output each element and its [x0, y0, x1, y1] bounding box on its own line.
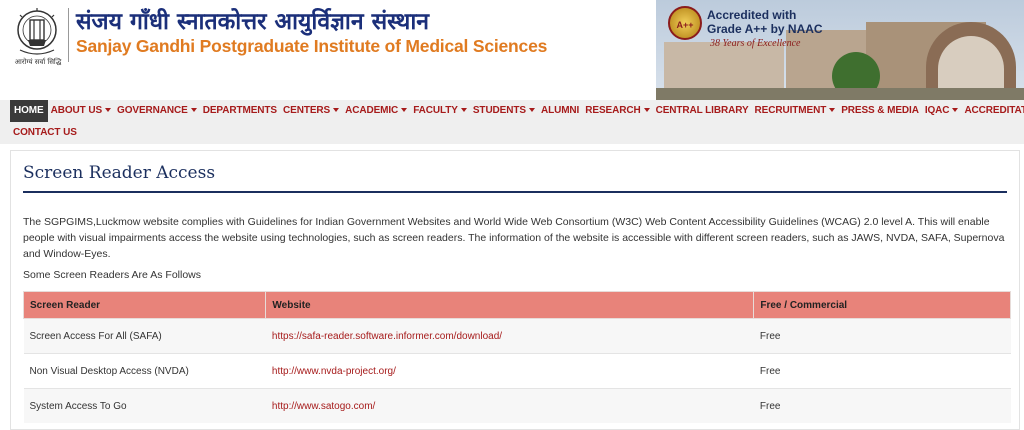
caret-down-icon — [105, 108, 112, 113]
nav-item-label: CENTERS — [283, 105, 331, 116]
screen-reader-name: Screen Access For All (SAFA) — [23, 318, 266, 354]
license-type: Free — [753, 318, 1011, 354]
nav-item-about-us[interactable]: ABOUT US — [48, 100, 114, 122]
nav-item-label: CENTRAL LIBRARY — [655, 105, 749, 116]
header-divider — [68, 8, 69, 62]
nav-item-label: RESEARCH — [585, 105, 641, 116]
nav-item-home[interactable]: HOME — [10, 100, 48, 122]
screen-reader-table: Screen Reader Website Free / Commercial … — [22, 291, 1011, 423]
website-link[interactable]: http://www.satogo.com/ — [265, 388, 754, 423]
intro-paragraph: The SGPGIMS,Luckmow website complies wit… — [23, 216, 1005, 260]
accreditation-banner: A++ Accredited with Grade A++ by NAAC 38… — [656, 0, 1024, 100]
nav-item-label: ACADEMIC — [345, 105, 399, 116]
column-header: Screen Reader — [22, 291, 267, 319]
caret-down-icon — [460, 108, 467, 113]
content-panel: Screen Reader Access The SGPGIMS,Luckmow… — [10, 150, 1020, 430]
naac-badge-icon: A++ — [668, 6, 702, 40]
nav-item-label: PRESS & MEDIA — [841, 105, 919, 116]
institute-emblem-icon[interactable] — [14, 6, 60, 64]
institute-name-english[interactable]: Sanjay Gandhi Postgraduate Institute of … — [76, 36, 547, 57]
caret-down-icon — [190, 108, 197, 113]
nav-item-label: HOME — [14, 105, 44, 116]
main-navigation: HOME ABOUT US GOVERNANCE DEPARTMENTS CENTERS… — [0, 100, 1024, 144]
screen-reader-name: Non Visual Desktop Access (NVDA) — [23, 353, 266, 389]
column-header: Free / Commercial — [753, 291, 1011, 319]
table-row: System Access To Go http://www.satogo.co… — [23, 388, 1011, 423]
nav-item-label: IQAC — [924, 105, 950, 116]
caret-down-icon — [401, 108, 408, 113]
nav-item-iqac[interactable]: IQAC — [922, 100, 962, 122]
nav-item-academic[interactable]: ACADEMIC — [342, 100, 410, 122]
nav-item-accreditation[interactable]: ACCREDITATION — [961, 100, 1024, 122]
nav-item-faculty[interactable]: FACULTY — [410, 100, 470, 122]
nav-item-centers[interactable]: CENTERS — [280, 100, 342, 122]
nav-row-1: HOME ABOUT US GOVERNANCE DEPARTMENTS CENTERS… — [10, 100, 1024, 122]
accreditation-text: Accredited with Grade A++ by NAAC — [707, 8, 823, 36]
logo-motto: आरोग्यं सर्वा सिद्धि — [14, 58, 62, 66]
license-type: Free — [753, 388, 1011, 423]
nav-item-recruitment[interactable]: RECRUITMENT — [752, 100, 839, 122]
caret-down-icon — [643, 108, 650, 113]
table-row: Screen Access For All (SAFA) https://saf… — [23, 318, 1011, 354]
nav-item-label: ACCREDITATION — [964, 105, 1024, 116]
nav-item-departments[interactable]: DEPARTMENTS — [200, 100, 280, 122]
nav-item-press-media[interactable]: PRESS & MEDIA — [838, 100, 922, 122]
nav-row-2: CONTACT US — [10, 122, 80, 144]
nav-item-label: ALUMNI — [540, 105, 580, 116]
caret-down-icon — [829, 108, 836, 113]
table-header-row: Screen Reader Website Free / Commercial — [22, 291, 1011, 319]
years-of-excellence: 38 Years of Excellence — [710, 38, 801, 49]
institute-name-hindi[interactable]: संजय गाँधी स्नातकोत्तर आयुर्विज्ञान संस्… — [76, 4, 429, 36]
nav-item-contact-us[interactable]: CONTACT US — [10, 122, 80, 144]
nav-item-central-library[interactable]: CENTRAL LIBRARY — [653, 100, 752, 122]
nav-item-label: FACULTY — [413, 105, 458, 116]
caret-down-icon — [528, 108, 535, 113]
page-title: Screen Reader Access — [23, 163, 216, 183]
nav-item-research[interactable]: RESEARCH — [582, 100, 652, 122]
nav-item-label: STUDENTS — [472, 105, 526, 116]
screen-reader-name: System Access To Go — [23, 388, 266, 423]
nav-item-label: GOVERNANCE — [117, 105, 188, 116]
caret-down-icon — [333, 108, 340, 113]
section-subheading: Some Screen Readers Are As Follows — [23, 269, 201, 281]
nav-item-label: DEPARTMENTS — [202, 105, 277, 116]
column-header: Website — [265, 291, 755, 319]
website-link[interactable]: https://safa-reader.software.informer.co… — [265, 318, 754, 354]
nav-item-label: CONTACT US — [13, 127, 77, 138]
website-link[interactable]: http://www.nvda-project.org/ — [265, 353, 754, 389]
license-type: Free — [753, 353, 1011, 389]
caret-down-icon — [952, 108, 959, 113]
site-header: आरोग्यं सर्वा सिद्धि संजय गाँधी स्नातकोत… — [0, 0, 1024, 100]
nav-item-governance[interactable]: GOVERNANCE — [114, 100, 200, 122]
nav-item-label: RECRUITMENT — [754, 105, 827, 116]
nav-item-students[interactable]: STUDENTS — [470, 100, 538, 122]
nav-item-label: ABOUT US — [50, 105, 103, 116]
title-divider — [23, 191, 1007, 193]
table-row: Non Visual Desktop Access (NVDA) http://… — [23, 353, 1011, 389]
nav-item-alumni[interactable]: ALUMNI — [538, 100, 582, 122]
